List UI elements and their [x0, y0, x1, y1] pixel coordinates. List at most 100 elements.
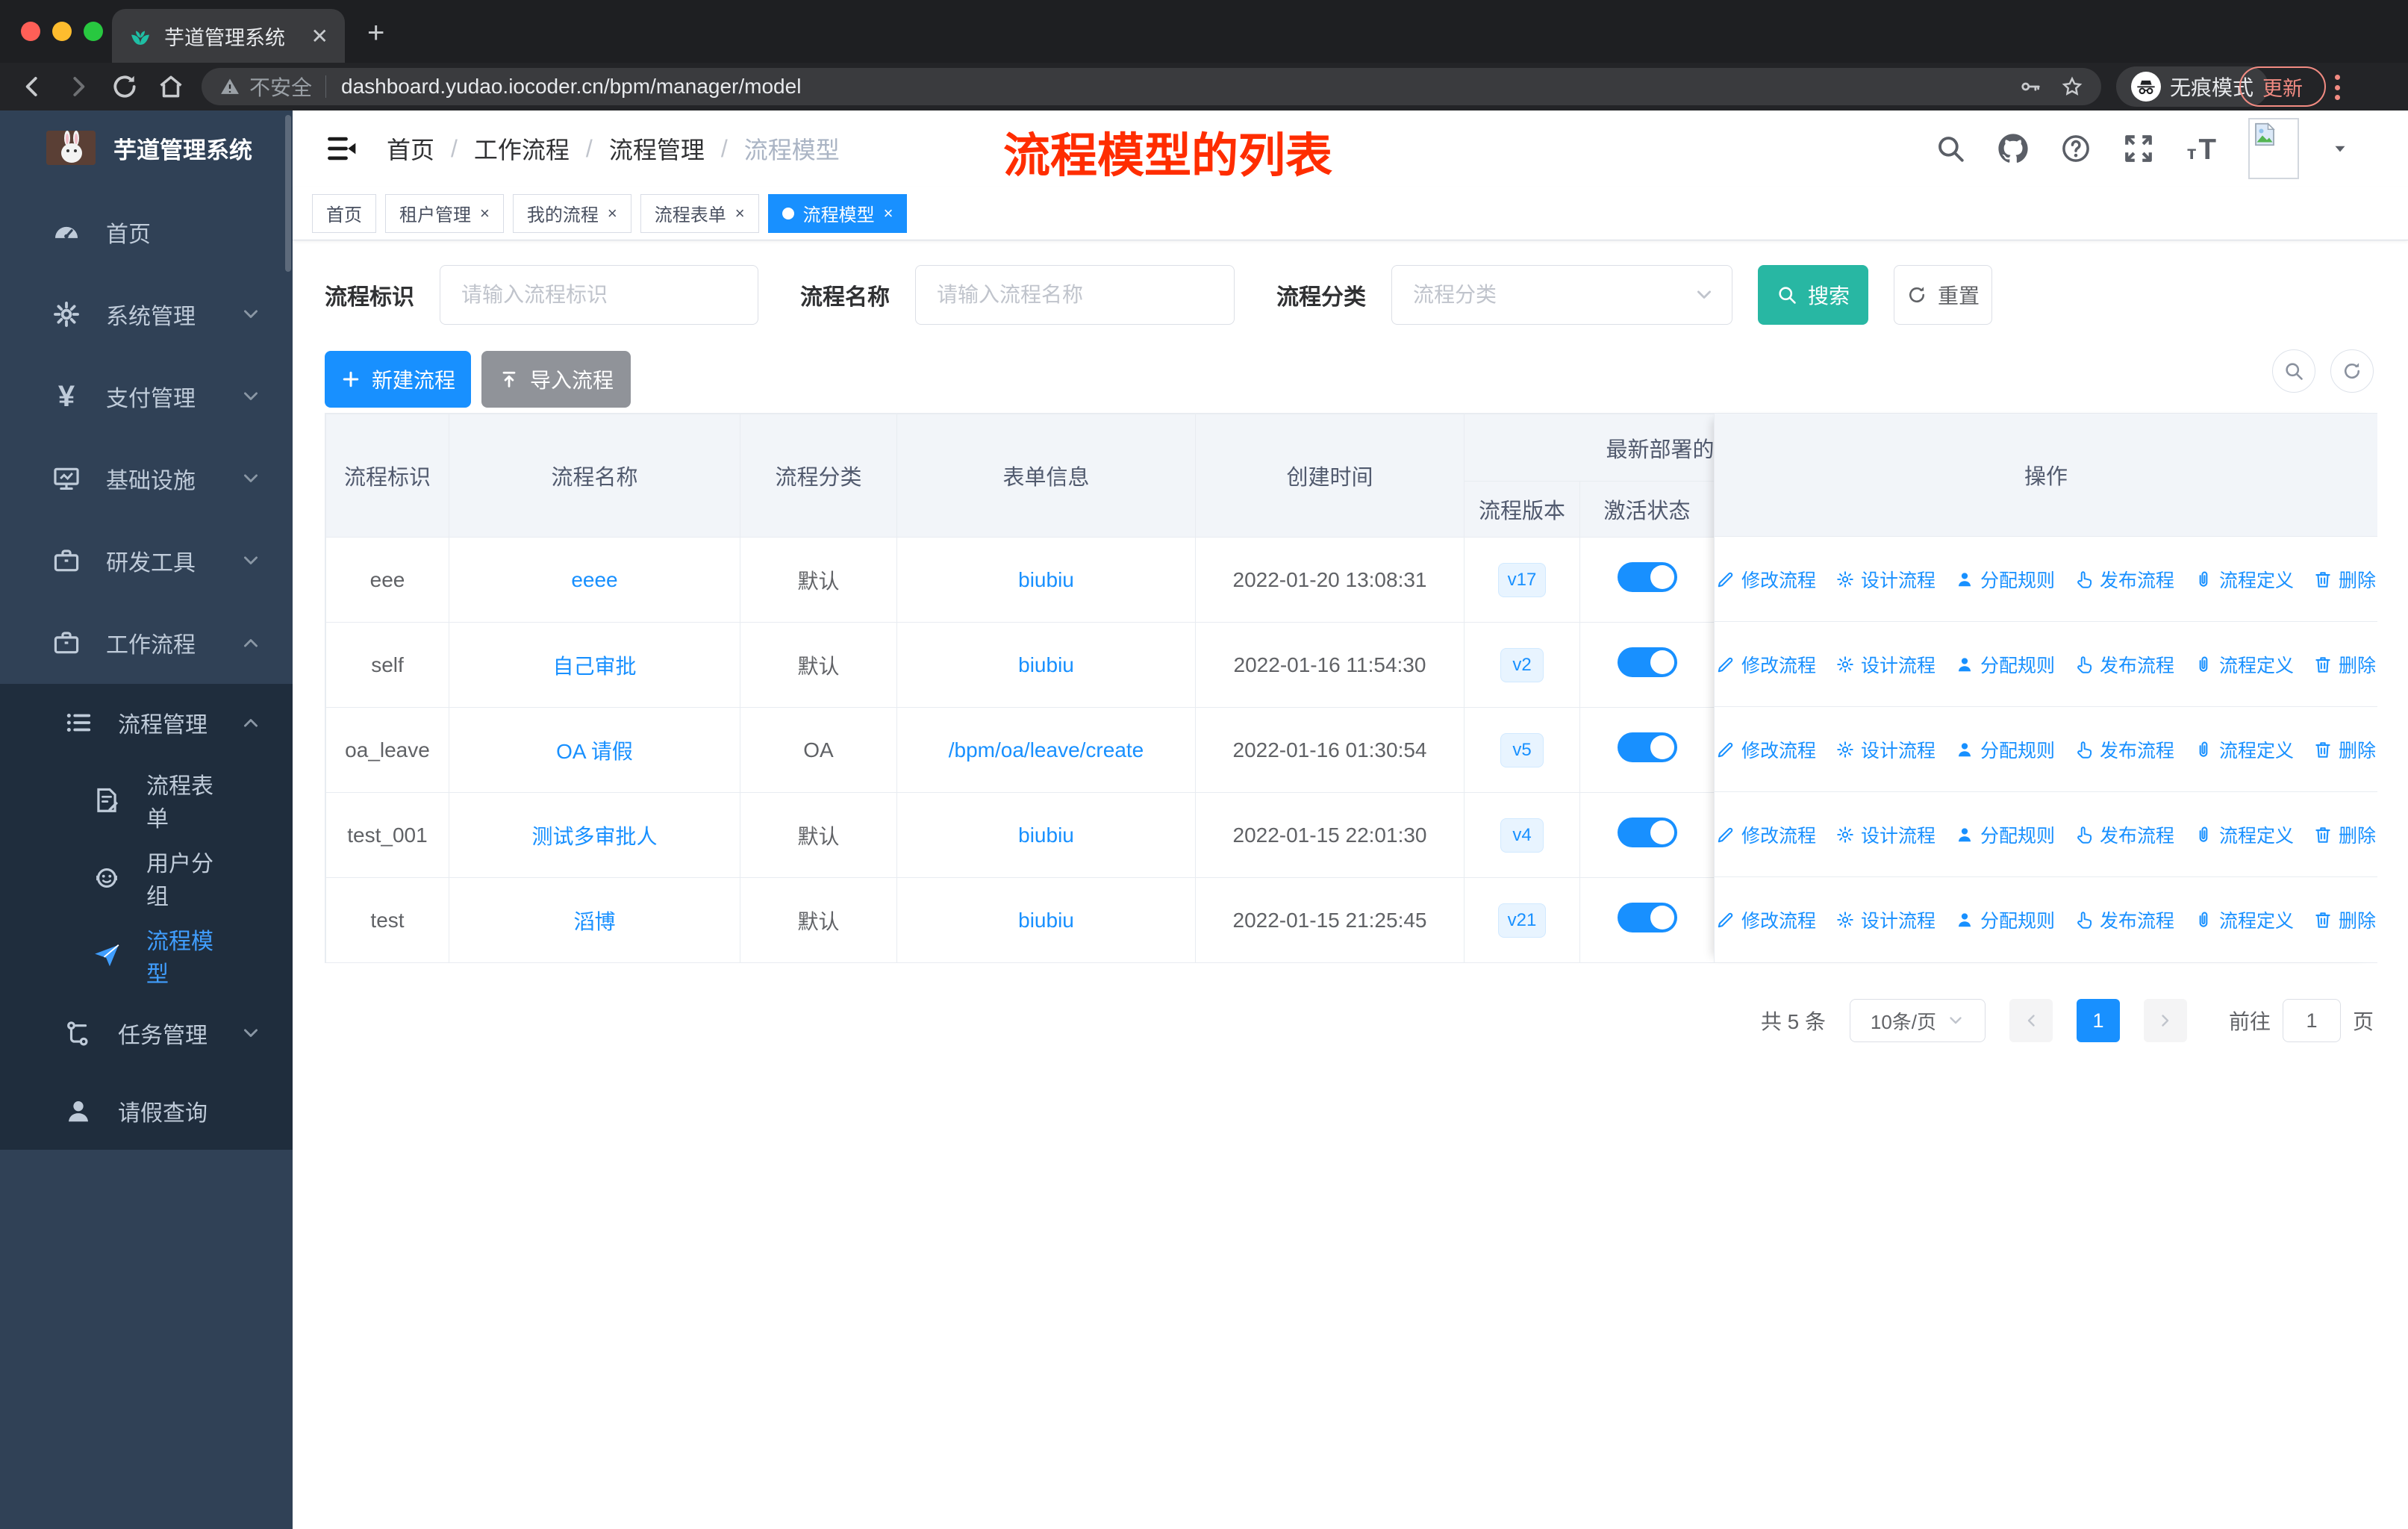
- tags-view-item[interactable]: 租户管理 ×: [385, 193, 504, 233]
- process-name-link[interactable]: eeee: [571, 568, 617, 591]
- breadcrumb-workflow[interactable]: 工作流程: [474, 131, 570, 166]
- sidebar-menu-item[interactable]: 流程管理: [0, 684, 293, 762]
- row-action-link[interactable]: 修改流程: [1716, 736, 1816, 763]
- refresh-table-button[interactable]: [2330, 349, 2374, 393]
- import-process-button[interactable]: 导入流程: [481, 351, 631, 408]
- password-key-icon[interactable]: [2019, 75, 2042, 98]
- process-name-link[interactable]: OA 请假: [556, 740, 633, 763]
- user-avatar[interactable]: [2248, 118, 2299, 179]
- form-info-link[interactable]: biubiu: [1018, 823, 1074, 847]
- browser-menu-icon[interactable]: [2335, 75, 2342, 100]
- row-action-link[interactable]: 删除: [2313, 821, 2376, 848]
- back-icon[interactable]: [18, 72, 46, 101]
- sidebar-logo-row[interactable]: 芋道管理系统: [0, 110, 293, 185]
- row-action-link[interactable]: 设计流程: [1835, 566, 1936, 593]
- home-icon[interactable]: [157, 72, 185, 101]
- tags-view-item[interactable]: 我的流程 ×: [512, 193, 631, 233]
- breadcrumb-home[interactable]: 首页: [387, 131, 434, 166]
- form-info-link[interactable]: /bpm/oa/leave/create: [949, 738, 1144, 762]
- bookmark-star-icon[interactable]: [2061, 75, 2083, 98]
- browser-update-button[interactable]: 更新: [2239, 66, 2326, 107]
- reload-icon[interactable]: [110, 72, 139, 101]
- row-action-link[interactable]: 分配规则: [1955, 566, 2055, 593]
- close-window-button[interactable]: [21, 22, 40, 41]
- row-action-link[interactable]: 发布流程: [2074, 651, 2174, 678]
- tab-close-icon[interactable]: ✕: [311, 24, 328, 49]
- row-action-link[interactable]: 发布流程: [2074, 821, 2174, 848]
- row-action-link[interactable]: 设计流程: [1835, 906, 1936, 933]
- row-action-link[interactable]: 分配规则: [1955, 821, 2055, 848]
- tags-view-item[interactable]: 流程表单 ×: [640, 193, 759, 233]
- tag-close-icon[interactable]: ×: [735, 204, 745, 223]
- sidebar-menu-item[interactable]: 工作流程: [0, 602, 293, 684]
- sidebar-menu-item[interactable]: 系统管理: [0, 273, 293, 355]
- process-key-input[interactable]: [440, 265, 758, 325]
- sidebar-menu-item[interactable]: 请假查询: [0, 1072, 293, 1150]
- caret-down-icon[interactable]: [2330, 139, 2350, 158]
- row-action-link[interactable]: 删除: [2313, 566, 2376, 593]
- process-name-link[interactable]: 测试多审批人: [531, 825, 657, 848]
- form-info-link[interactable]: biubiu: [1018, 909, 1074, 932]
- active-toggle[interactable]: [1617, 818, 1677, 847]
- url-text[interactable]: dashboard.yudao.iocoder.cn/bpm/manager/m…: [341, 75, 2000, 99]
- new-tab-button[interactable]: +: [367, 16, 384, 50]
- row-action-link[interactable]: 删除: [2313, 651, 2376, 678]
- row-action-link[interactable]: 流程定义: [2194, 566, 2294, 593]
- row-action-link[interactable]: 分配规则: [1955, 906, 2055, 933]
- zoom-window-button[interactable]: [84, 22, 103, 41]
- search-icon[interactable]: [1935, 133, 1966, 164]
- tag-close-icon[interactable]: ×: [608, 204, 617, 223]
- row-action-link[interactable]: 分配规则: [1955, 651, 2055, 678]
- row-action-link[interactable]: 分配规则: [1955, 736, 2055, 763]
- show-search-button[interactable]: [2272, 349, 2315, 393]
- row-action-link[interactable]: 设计流程: [1835, 821, 1936, 848]
- sidebar-menu-item[interactable]: 流程模型: [0, 917, 293, 994]
- row-action-link[interactable]: 流程定义: [2194, 736, 2294, 763]
- active-toggle[interactable]: [1617, 562, 1677, 592]
- sidebar-menu-item[interactable]: 用户分组: [0, 839, 293, 917]
- sidebar-menu-item[interactable]: 任务管理: [0, 994, 293, 1072]
- row-action-link[interactable]: 修改流程: [1716, 651, 1816, 678]
- reset-button[interactable]: 重置: [1894, 265, 1992, 325]
- security-warning-icon[interactable]: [219, 76, 240, 97]
- row-action-link[interactable]: 修改流程: [1716, 566, 1816, 593]
- process-name-link[interactable]: 自己审批: [552, 655, 636, 678]
- active-toggle[interactable]: [1617, 732, 1677, 762]
- row-action-link[interactable]: 删除: [2313, 906, 2376, 933]
- row-action-link[interactable]: 删除: [2313, 736, 2376, 763]
- row-action-link[interactable]: 流程定义: [2194, 906, 2294, 933]
- next-page-button[interactable]: [2143, 999, 2187, 1042]
- url-bar[interactable]: 不安全 dashboard.yudao.iocoder.cn/bpm/manag…: [202, 68, 2101, 105]
- tags-view-item[interactable]: 流程模型 ×: [767, 193, 908, 233]
- browser-tab[interactable]: 芋道管理系统 ✕: [112, 9, 345, 63]
- tag-close-icon[interactable]: ×: [480, 204, 490, 223]
- row-action-link[interactable]: 修改流程: [1716, 821, 1816, 848]
- process-name-input[interactable]: [915, 265, 1235, 325]
- category-select[interactable]: [1391, 265, 1732, 325]
- goto-page-input[interactable]: [2282, 999, 2341, 1042]
- row-action-link[interactable]: 发布流程: [2074, 736, 2174, 763]
- help-icon[interactable]: [2060, 133, 2092, 164]
- breadcrumb-process-mgmt[interactable]: 流程管理: [609, 131, 705, 166]
- sidebar-menu-item[interactable]: 流程表单: [0, 762, 293, 839]
- page-number-button[interactable]: 1: [2076, 999, 2120, 1042]
- sidebar-menu-item[interactable]: 研发工具: [0, 520, 293, 602]
- sidebar-menu-item[interactable]: 首页: [0, 191, 293, 273]
- row-action-link[interactable]: 流程定义: [2194, 651, 2294, 678]
- row-action-link[interactable]: 发布流程: [2074, 906, 2174, 933]
- tags-view-item[interactable]: 首页 ×: [312, 193, 376, 233]
- minimize-window-button[interactable]: [52, 22, 72, 41]
- row-action-link[interactable]: 设计流程: [1835, 736, 1936, 763]
- forward-icon[interactable]: [64, 72, 93, 101]
- tag-close-icon[interactable]: ×: [884, 204, 893, 223]
- row-action-link[interactable]: 发布流程: [2074, 566, 2174, 593]
- process-name-link[interactable]: 滔博: [573, 910, 615, 933]
- prev-page-button[interactable]: [2009, 999, 2053, 1042]
- row-action-link[interactable]: 设计流程: [1835, 651, 1936, 678]
- row-action-link[interactable]: 流程定义: [2194, 821, 2294, 848]
- row-action-link[interactable]: 修改流程: [1716, 906, 1816, 933]
- form-info-link[interactable]: biubiu: [1018, 568, 1074, 591]
- active-toggle[interactable]: [1617, 647, 1677, 677]
- page-size-select[interactable]: 10条/页: [1849, 999, 1986, 1042]
- create-process-button[interactable]: 新建流程: [325, 351, 471, 408]
